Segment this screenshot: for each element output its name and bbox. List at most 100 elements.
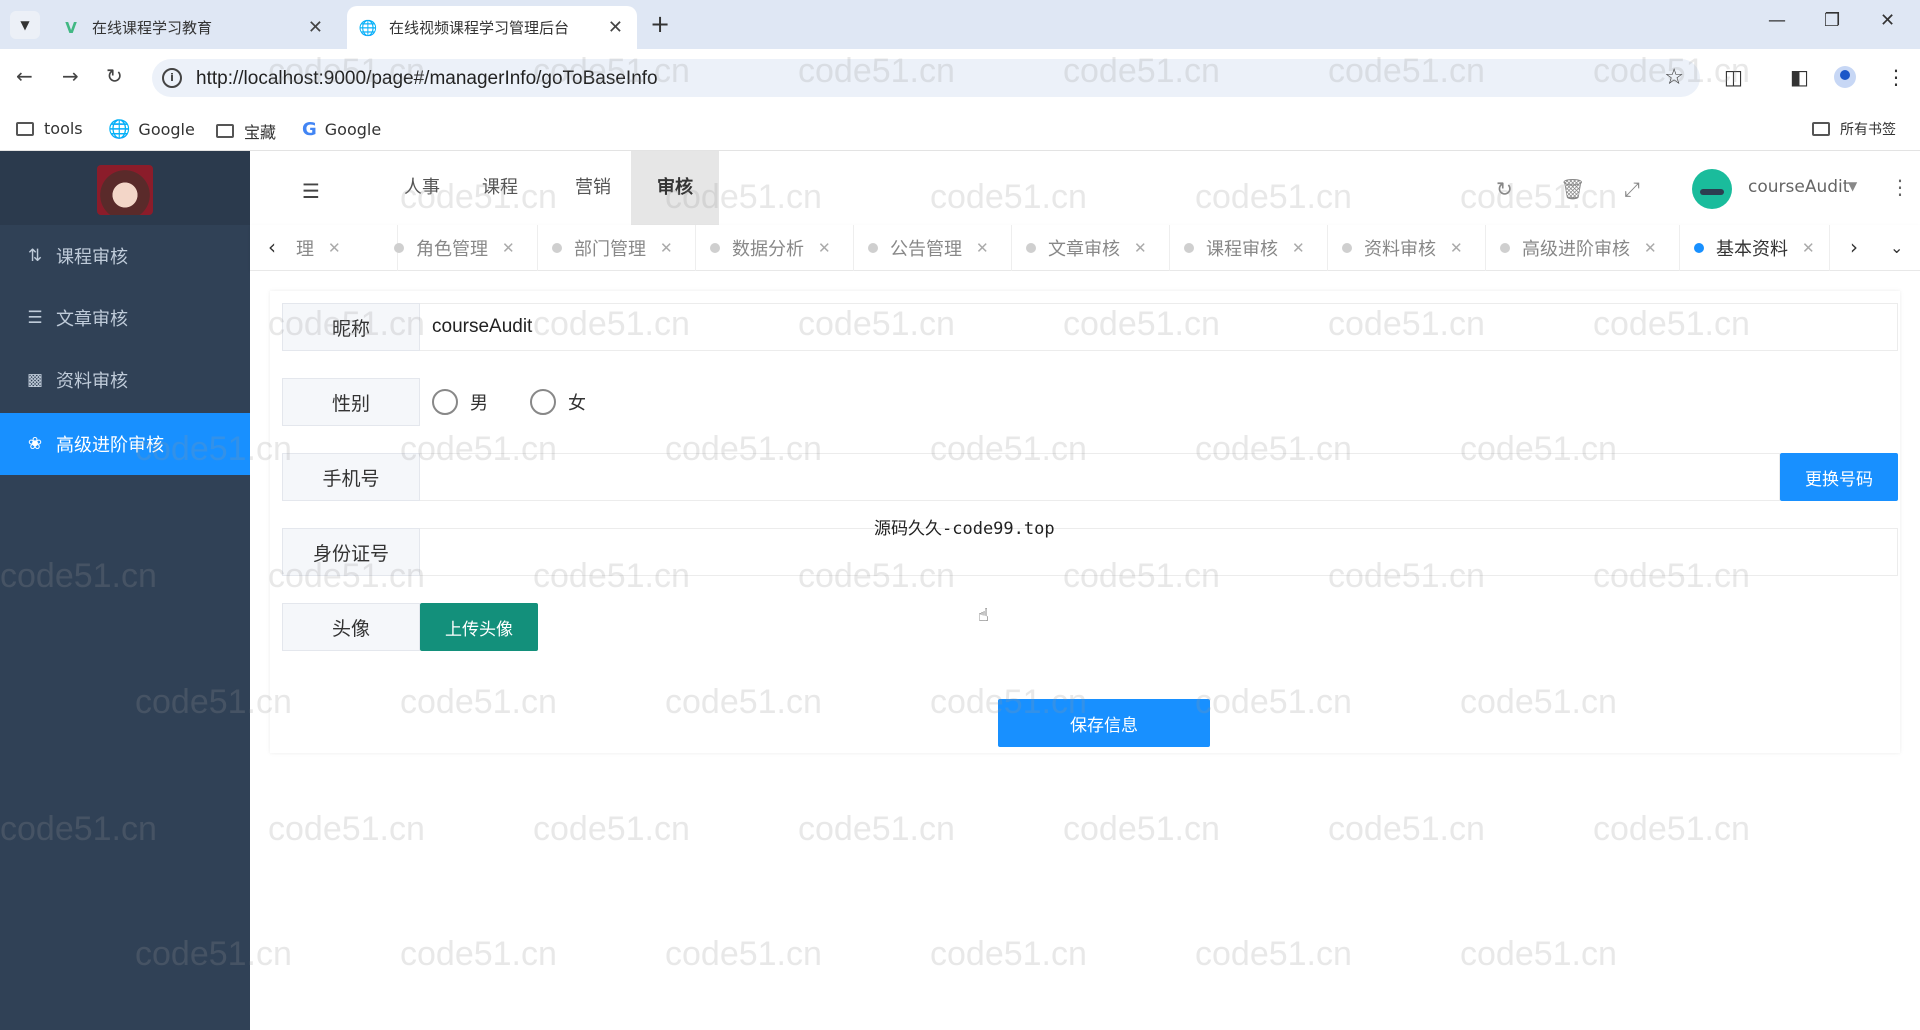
restore-icon[interactable]: ❐	[1824, 10, 1840, 31]
folder-icon	[1812, 122, 1830, 136]
tag-item-active[interactable]: 基本资料 ✕	[1680, 225, 1830, 271]
site-info-icon[interactable]: i	[162, 68, 182, 88]
sidebar-item-label: 高级进阶审核	[56, 435, 164, 456]
more-icon[interactable]: ⋮	[1890, 175, 1910, 199]
forward-icon[interactable]: →	[62, 64, 79, 88]
change-phone-button[interactable]: 更换号码	[1780, 453, 1898, 501]
phone-input[interactable]	[420, 453, 1780, 501]
tag-label: 文章审核	[1048, 239, 1120, 260]
dot-icon	[394, 243, 404, 253]
nickname-input[interactable]: courseAudit	[420, 303, 1898, 351]
bookmark-tools[interactable]: tools	[16, 119, 83, 138]
gender-radio-female[interactable]: 女	[530, 389, 586, 415]
sidebar-item-course-review[interactable]: ⇅ 课程审核	[0, 225, 250, 287]
dot-icon	[710, 243, 720, 253]
tag-item[interactable]: 资料审核 ✕	[1328, 225, 1486, 271]
browser-tab-1[interactable]: V 在线课程学习教育 ✕	[52, 6, 337, 49]
app-logo	[97, 165, 153, 215]
minimize-icon[interactable]: —	[1768, 10, 1786, 31]
radio-circle[interactable]	[432, 389, 458, 415]
bookmark-google-2[interactable]: G Google	[302, 119, 381, 140]
save-button[interactable]: 保存信息	[998, 699, 1210, 747]
tag-label: 基本资料	[1716, 239, 1788, 260]
topnav-hr[interactable]: 人事	[384, 151, 460, 225]
url-text[interactable]: http://localhost:9000/page#/managerInfo/…	[196, 68, 658, 90]
back-icon[interactable]: ←	[16, 64, 33, 88]
idcard-input[interactable]	[420, 528, 1898, 576]
source-overlay-text: 源码久久-code99.top	[874, 519, 1055, 539]
close-icon[interactable]: ✕	[1292, 239, 1305, 257]
reload-icon[interactable]: ↻	[106, 64, 123, 88]
trash-icon[interactable]: 🗑	[1560, 177, 1585, 201]
topnav-review[interactable]: 审核	[631, 151, 719, 225]
radio-circle[interactable]	[530, 389, 556, 415]
tag-item[interactable]: 文章审核 ✕	[1012, 225, 1170, 271]
gender-row: 性别 男 女	[282, 378, 1898, 426]
hamburger-icon[interactable]: ☰	[302, 179, 320, 203]
topnav-marketing[interactable]: 营销	[548, 151, 638, 225]
folder-icon	[16, 121, 34, 136]
close-icon[interactable]: ✕	[818, 239, 831, 257]
close-icon[interactable]: ✕	[608, 17, 623, 38]
close-icon[interactable]: ✕	[976, 239, 989, 257]
star-icon[interactable]: ☆	[1664, 65, 1684, 90]
bookmark-label: Google	[138, 120, 195, 139]
close-icon[interactable]: ✕	[308, 17, 323, 38]
close-icon[interactable]: ✕	[502, 239, 515, 257]
sidebar-item-advanced-review[interactable]: ❀ 高级进阶审核	[0, 413, 250, 475]
idcard-row: 身份证号	[282, 528, 1898, 576]
sidebar-item-material-review[interactable]: ▩ 资料审核	[0, 349, 250, 411]
extensions-icon[interactable]: ◫	[1724, 65, 1743, 89]
tag-label: 资料审核	[1364, 239, 1436, 260]
omnibox[interactable]: i http://localhost:9000/page#/managerInf…	[152, 59, 1700, 97]
caret-down-icon[interactable]: ▼	[1848, 179, 1857, 193]
upload-avatar-button[interactable]: 上传头像	[420, 603, 538, 651]
sidebar: ⇅ 课程审核 ☰ 文章审核 ▩ 资料审核 ❀ 高级进阶审核	[0, 151, 250, 1030]
user-name[interactable]: courseAudit	[1748, 177, 1849, 197]
window-close-icon[interactable]: ✕	[1880, 10, 1895, 31]
chevron-down-icon[interactable]: ⌄	[1890, 238, 1903, 257]
vue-logo-icon: V	[65, 18, 77, 37]
bookmark-label: tools	[44, 119, 83, 138]
bookmark-google[interactable]: 🌐 Google	[108, 119, 195, 140]
fullscreen-icon[interactable]: ⤢	[1624, 177, 1640, 201]
menu-dots-icon[interactable]: ⋮	[1886, 65, 1906, 89]
tag-item[interactable]: 数据分析 ✕	[696, 225, 854, 271]
close-icon[interactable]: ✕	[1802, 239, 1815, 257]
tag-item[interactable]: 课程审核 ✕	[1170, 225, 1328, 271]
tag-label: 课程审核	[1206, 239, 1278, 260]
nickname-label: 昵称	[282, 303, 420, 351]
all-bookmarks[interactable]: 所有书签	[1812, 119, 1896, 139]
topnav-course[interactable]: 课程	[462, 151, 538, 225]
folder-icon	[216, 124, 234, 138]
tag-label: 高级进阶审核	[1522, 239, 1630, 260]
top-navbar: ☰ 人事 课程 营销 审核 ↻ 🗑 ⤢ courseAudit ▼ ⋮	[250, 151, 1920, 225]
close-icon[interactable]: ✕	[1450, 239, 1463, 257]
refresh-icon[interactable]: ↻	[1496, 177, 1513, 201]
tab-search-button[interactable]: ▼	[10, 11, 40, 39]
chevron-left-icon[interactable]: ‹	[268, 235, 276, 259]
close-icon[interactable]: ✕	[328, 239, 341, 257]
tag-label: 部门管理	[574, 239, 646, 260]
chevron-right-icon[interactable]: ›	[1850, 235, 1858, 259]
gender-radio-male[interactable]: 男	[432, 389, 488, 415]
tag-item[interactable]: 部门管理 ✕	[538, 225, 696, 271]
avatar-row: 头像 上传头像	[282, 603, 1898, 651]
tag-item[interactable]: 公告管理 ✕	[854, 225, 1012, 271]
avatar[interactable]	[1692, 169, 1732, 209]
bookmark-treasure[interactable]: 宝藏	[216, 119, 276, 143]
side-panel-icon[interactable]: ◧	[1790, 65, 1809, 89]
tag-item[interactable]: 高级进阶审核 ✕	[1486, 225, 1680, 271]
profile-icon[interactable]	[1834, 66, 1856, 88]
browser-tab-2[interactable]: 🌐 在线视频课程学习管理后台 ✕	[347, 6, 637, 49]
close-icon[interactable]: ✕	[1134, 239, 1147, 257]
close-icon[interactable]: ✕	[1644, 239, 1657, 257]
sidebar-item-article-review[interactable]: ☰ 文章审核	[0, 287, 250, 349]
close-icon[interactable]: ✕	[660, 239, 673, 257]
bookmarks-bar: tools 🌐 Google 宝藏 G Google 所有书签	[0, 107, 1920, 151]
new-tab-button[interactable]: +	[650, 10, 670, 38]
sidebar-item-label: 资料审核	[56, 371, 128, 392]
tag-item[interactable]: 角色管理 ✕	[382, 225, 538, 271]
sidebar-item-label: 课程审核	[56, 247, 128, 268]
rebel-icon: ❀	[27, 434, 43, 454]
